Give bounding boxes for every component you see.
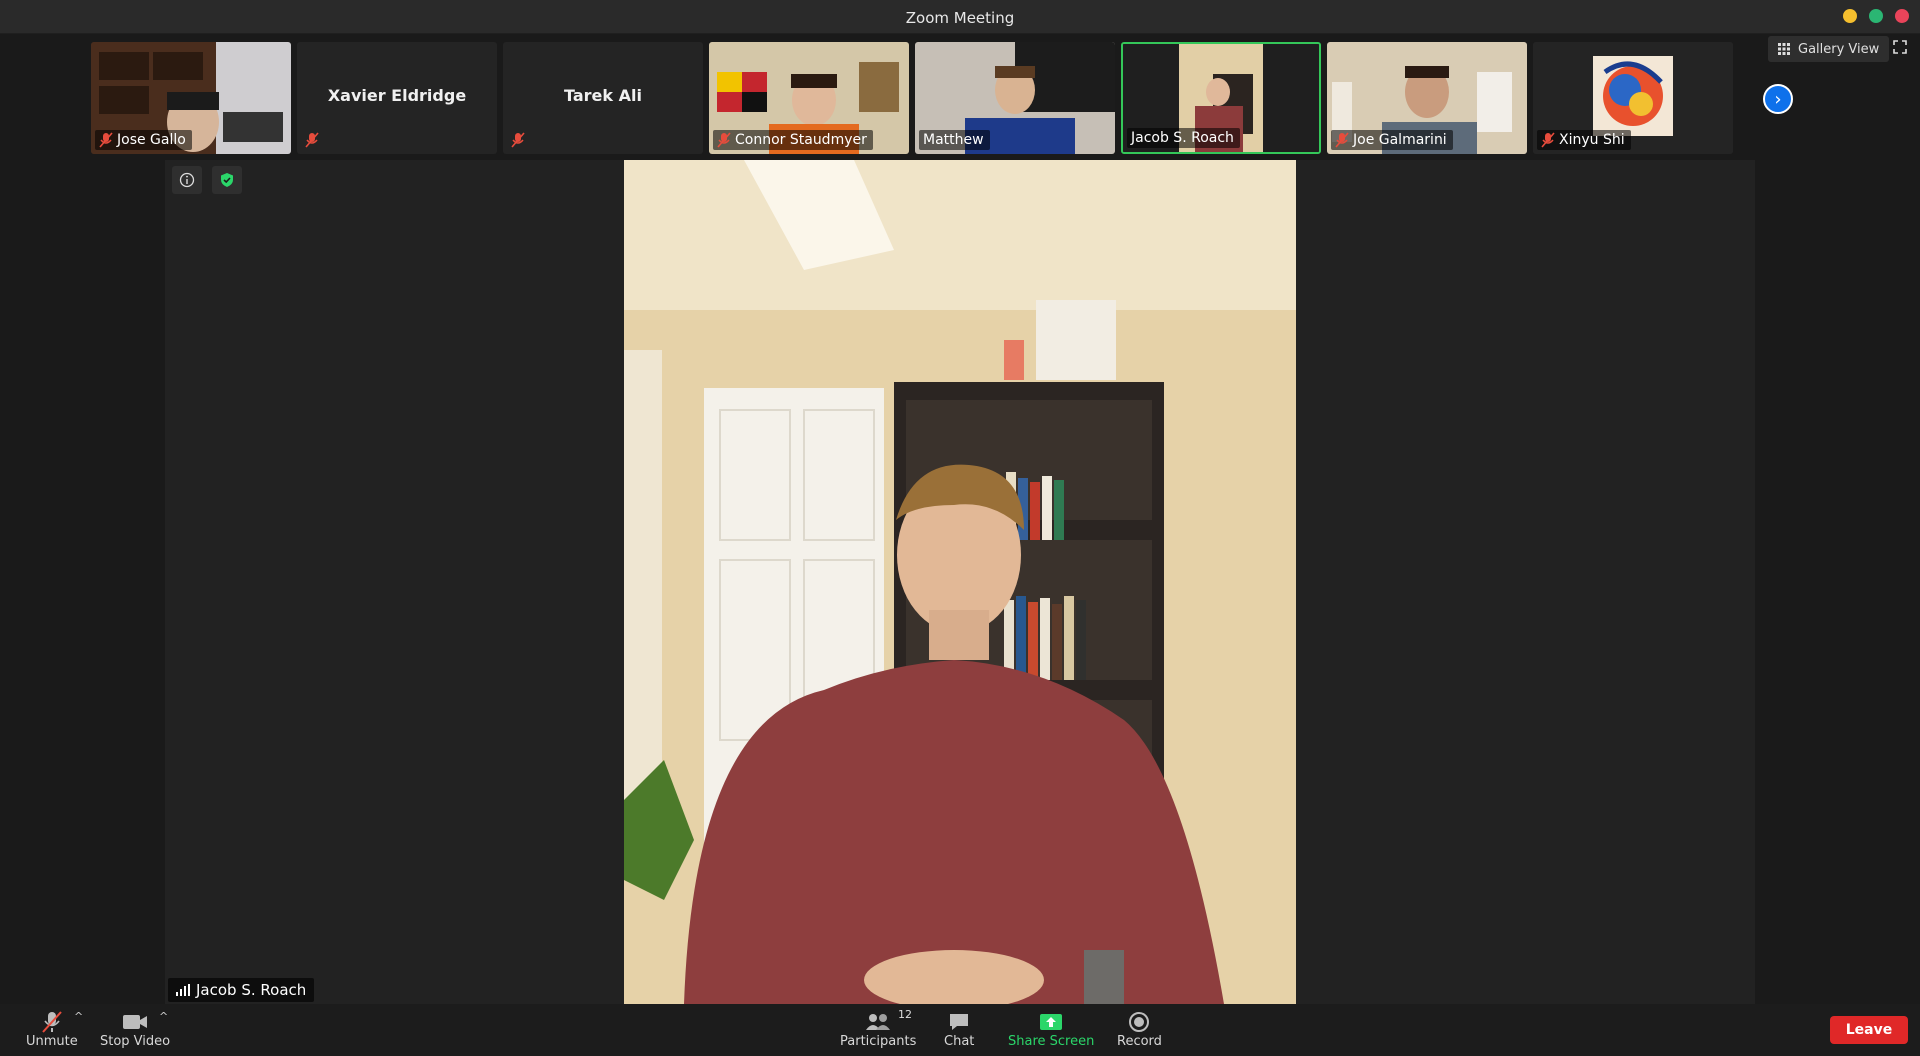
fullscreen-button[interactable] [1893, 40, 1911, 58]
mic-muted-icon [1335, 132, 1349, 148]
leave-label: Leave [1845, 1022, 1893, 1038]
maximize-button[interactable] [1869, 9, 1883, 23]
mic-muted-icon [42, 1011, 62, 1033]
gallery-view-label: Gallery View [1798, 41, 1880, 57]
grid-icon [1778, 43, 1790, 55]
record-label: Record [1117, 1034, 1162, 1049]
unmute-label: Unmute [26, 1034, 78, 1049]
mic-muted-icon [1541, 132, 1555, 148]
participant-label [301, 130, 325, 150]
chevron-right-icon: › [1774, 88, 1782, 110]
share-screen-label: Share Screen [1008, 1034, 1095, 1049]
chat-icon [950, 1014, 969, 1030]
chat-label: Chat [944, 1034, 975, 1049]
info-icon [179, 172, 195, 188]
fullscreen-icon [1893, 40, 1907, 54]
participant-tile-jacob-s-roach[interactable]: Jacob S. Roach [1121, 42, 1321, 154]
participants-label: Participants [840, 1034, 917, 1049]
mic-muted-icon [717, 132, 731, 148]
record-button[interactable]: Record [1117, 1010, 1162, 1049]
mic-muted-icon [305, 132, 319, 148]
active-speaker-label: Jacob S. Roach [168, 978, 315, 1002]
gallery-view-button[interactable]: Gallery View [1768, 36, 1890, 62]
participant-label: Connor Staudmyer [713, 130, 873, 150]
participant-name: Joe Galmarini [1353, 132, 1447, 148]
video-camera-icon [123, 1015, 148, 1029]
mic-muted-icon [99, 132, 113, 148]
window-title: Zoom Meeting [905, 9, 1015, 27]
close-button[interactable] [1895, 9, 1909, 23]
security-button[interactable] [212, 166, 242, 194]
participant-tile-jose-gallo[interactable]: Jose Gallo [91, 42, 291, 154]
participants-count: 12 [898, 1008, 912, 1021]
signal-strength-icon [176, 984, 190, 996]
audio-options-caret[interactable]: ^ [74, 1010, 83, 1023]
share-screen-icon [1040, 1014, 1063, 1030]
participant-name: Xinyu Shi [1559, 132, 1625, 148]
participant-name: Jacob S. Roach [1131, 130, 1234, 146]
participant-label: Xinyu Shi [1537, 130, 1631, 150]
participant-tile-xavier-eldridge[interactable]: Xavier Eldridge [297, 42, 497, 154]
meeting-toolbar: Unmute ^ Stop Video ^ Participants 12 Ch… [0, 1004, 1920, 1056]
speaker-name: Jacob S. Roach [196, 981, 307, 999]
participant-label: Matthew [919, 130, 990, 150]
participant-name: Connor Staudmyer [735, 132, 867, 148]
participant-tile-xinyu-shi[interactable]: Xinyu Shi [1533, 42, 1733, 154]
leave-button[interactable]: Leave [1830, 1016, 1908, 1044]
participant-tile-matthew[interactable]: Matthew [915, 42, 1115, 154]
participant-label: Jose Gallo [95, 130, 192, 150]
stop-video-label: Stop Video [100, 1034, 171, 1049]
video-options-caret[interactable]: ^ [159, 1010, 168, 1023]
active-speaker-video [624, 160, 1296, 1004]
record-icon [1129, 1012, 1150, 1032]
chat-button[interactable]: Chat [944, 1010, 974, 1049]
shield-icon [221, 173, 233, 187]
participant-strip: Jose Gallo Xavier Eldridge Tarek Ali Con… [0, 42, 1920, 154]
participant-label: Jacob S. Roach [1127, 128, 1240, 148]
mic-muted-icon [511, 132, 525, 148]
participant-name: Xavier Eldridge [327, 86, 467, 105]
participant-name: Matthew [923, 132, 984, 148]
participant-name: Jose Gallo [117, 132, 186, 148]
participants-icon [866, 1014, 891, 1030]
title-bar: Zoom Meeting [0, 0, 1920, 34]
meeting-info-button[interactable] [172, 166, 202, 194]
participant-tile-connor-staudmyer[interactable]: Connor Staudmyer [709, 42, 909, 154]
participant-label [507, 130, 531, 150]
unmute-button[interactable]: Unmute [26, 1010, 78, 1049]
participant-tile-tarek-ali[interactable]: Tarek Ali [503, 42, 703, 154]
participant-label: Joe Galmarini [1331, 130, 1453, 150]
next-page-button[interactable]: › [1763, 84, 1793, 114]
participant-name: Tarek Ali [564, 86, 642, 105]
minimize-button[interactable] [1843, 9, 1857, 23]
share-screen-button[interactable]: Share Screen [1008, 1010, 1094, 1049]
participant-tile-joe-galmarini[interactable]: Joe Galmarini [1327, 42, 1527, 154]
